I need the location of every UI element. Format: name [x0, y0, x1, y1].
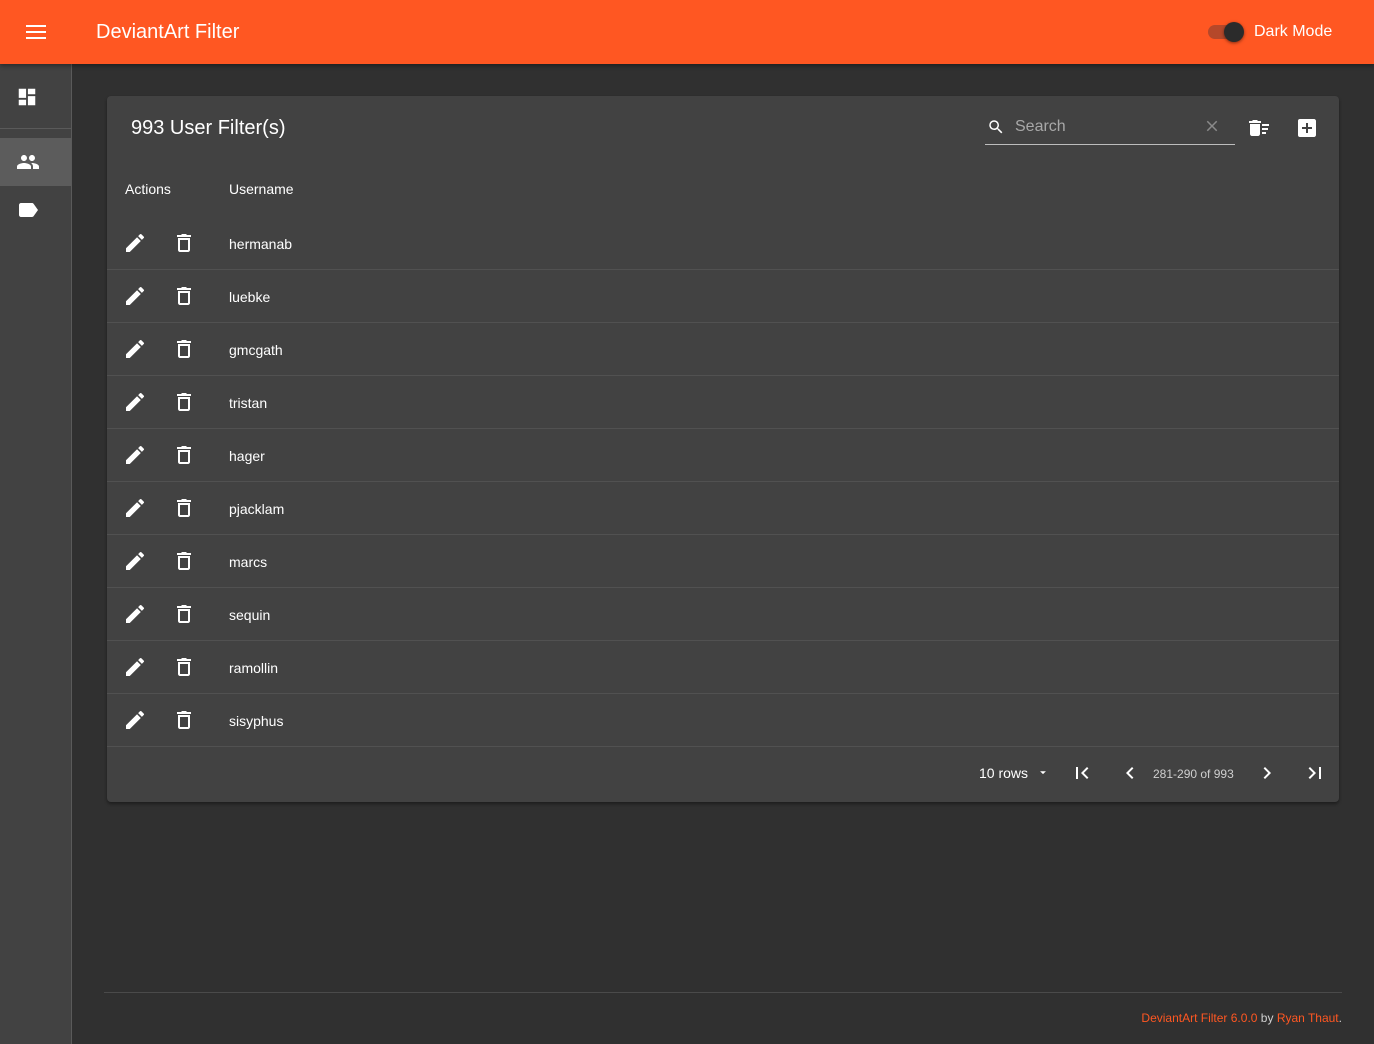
- toggle-thumb: [1224, 22, 1244, 42]
- username-cell: tristan: [229, 395, 268, 411]
- author-link[interactable]: Ryan Thaut: [1277, 1011, 1339, 1025]
- sidebar: [0, 64, 72, 1044]
- column-header-username[interactable]: Username: [229, 181, 294, 197]
- delete-icon[interactable]: [172, 496, 196, 520]
- column-header-actions: Actions: [125, 181, 171, 197]
- edit-icon[interactable]: [123, 390, 147, 414]
- table-row: marcs: [107, 535, 1339, 588]
- table-row: ramollin: [107, 641, 1339, 694]
- delete-icon[interactable]: [172, 231, 196, 255]
- first-page-icon: [1070, 761, 1094, 785]
- footer: DeviantArt Filter 6.0.0 by Ryan Thaut.: [1141, 1011, 1342, 1025]
- search-field: [985, 111, 1235, 145]
- edit-icon[interactable]: [123, 549, 147, 573]
- edit-icon[interactable]: [123, 231, 147, 255]
- delete-sweep-icon: [1247, 116, 1271, 140]
- edit-icon[interactable]: [123, 443, 147, 467]
- edit-icon[interactable]: [123, 655, 147, 679]
- last-page-button[interactable]: [1302, 760, 1328, 786]
- table-body: hermanab luebke gmcgath tristan hager pj…: [107, 217, 1339, 747]
- clear-search-icon[interactable]: [1203, 117, 1221, 135]
- username-cell: pjacklam: [229, 501, 285, 517]
- last-page-icon: [1303, 761, 1327, 785]
- app-title: DeviantArt Filter: [96, 21, 240, 43]
- username-cell: gmcgath: [229, 342, 283, 358]
- delete-icon[interactable]: [172, 602, 196, 626]
- table-row: sequin: [107, 588, 1339, 641]
- add-box-icon: [1295, 116, 1319, 140]
- table-row: pjacklam: [107, 482, 1339, 535]
- footer-period: .: [1338, 1011, 1342, 1025]
- app-bar: DeviantArt Filter Dark Mode: [0, 0, 1374, 64]
- edit-icon[interactable]: [123, 708, 147, 732]
- first-page-button[interactable]: [1069, 760, 1095, 786]
- chevron-right-icon: [1255, 761, 1279, 785]
- card-title: 993 User Filter(s): [131, 117, 286, 139]
- table-row: sisyphus: [107, 694, 1339, 747]
- edit-icon[interactable]: [123, 337, 147, 361]
- pagination: 10 rows 281-290 of 993: [107, 749, 1339, 802]
- arrow-drop-down-icon: [1036, 766, 1050, 780]
- menu-button[interactable]: [14, 10, 58, 54]
- username-cell: sisyphus: [229, 713, 284, 729]
- delete-all-button[interactable]: [1245, 114, 1273, 142]
- delete-icon[interactable]: [172, 284, 196, 308]
- edit-icon[interactable]: [123, 284, 147, 308]
- footer-by-text: by: [1260, 1011, 1274, 1025]
- delete-icon[interactable]: [172, 708, 196, 732]
- username-cell: luebke: [229, 289, 271, 305]
- username-cell: ramollin: [229, 660, 279, 676]
- edit-icon[interactable]: [123, 602, 147, 626]
- sidebar-divider: [0, 128, 71, 129]
- table-row: hermanab: [107, 217, 1339, 270]
- delete-icon[interactable]: [172, 390, 196, 414]
- dark-mode-toggle[interactable]: [1206, 18, 1246, 46]
- next-page-button[interactable]: [1254, 760, 1280, 786]
- user-filters-card: 993 User Filter(s) Actions Username herm…: [107, 96, 1339, 802]
- delete-icon[interactable]: [172, 655, 196, 679]
- app-version-link[interactable]: DeviantArt Filter 6.0.0: [1141, 1011, 1257, 1025]
- hamburger-menu-icon: [26, 25, 46, 39]
- dashboard-icon: [16, 86, 38, 108]
- table-header: Actions Username: [107, 166, 1339, 212]
- page-range: 281-290 of 993: [1153, 767, 1234, 781]
- username-cell: hermanab: [229, 236, 293, 252]
- table-row: tristan: [107, 376, 1339, 429]
- sidebar-item-dashboard[interactable]: [0, 73, 71, 121]
- edit-icon[interactable]: [123, 496, 147, 520]
- delete-icon[interactable]: [172, 337, 196, 361]
- rows-per-page-select[interactable]: 10 rows: [979, 765, 1050, 781]
- table-row: luebke: [107, 270, 1339, 323]
- delete-icon[interactable]: [172, 549, 196, 573]
- chevron-left-icon: [1118, 761, 1142, 785]
- table-row: gmcgath: [107, 323, 1339, 376]
- rows-per-page-label: 10 rows: [979, 765, 1029, 781]
- search-icon: [987, 118, 1005, 136]
- tag-icon: [16, 198, 40, 222]
- search-input[interactable]: [1013, 115, 1193, 139]
- users-icon: [16, 150, 40, 174]
- sidebar-item-tags[interactable]: [0, 186, 71, 234]
- sidebar-item-users[interactable]: [0, 138, 71, 186]
- table-row: hager: [107, 429, 1339, 482]
- username-cell: marcs: [229, 554, 268, 570]
- username-cell: sequin: [229, 607, 271, 623]
- dark-mode-label[interactable]: Dark Mode: [1254, 22, 1332, 42]
- delete-icon[interactable]: [172, 443, 196, 467]
- previous-page-button[interactable]: [1117, 760, 1143, 786]
- username-cell: hager: [229, 448, 265, 464]
- add-filter-button[interactable]: [1293, 114, 1321, 142]
- footer-divider: [104, 992, 1342, 993]
